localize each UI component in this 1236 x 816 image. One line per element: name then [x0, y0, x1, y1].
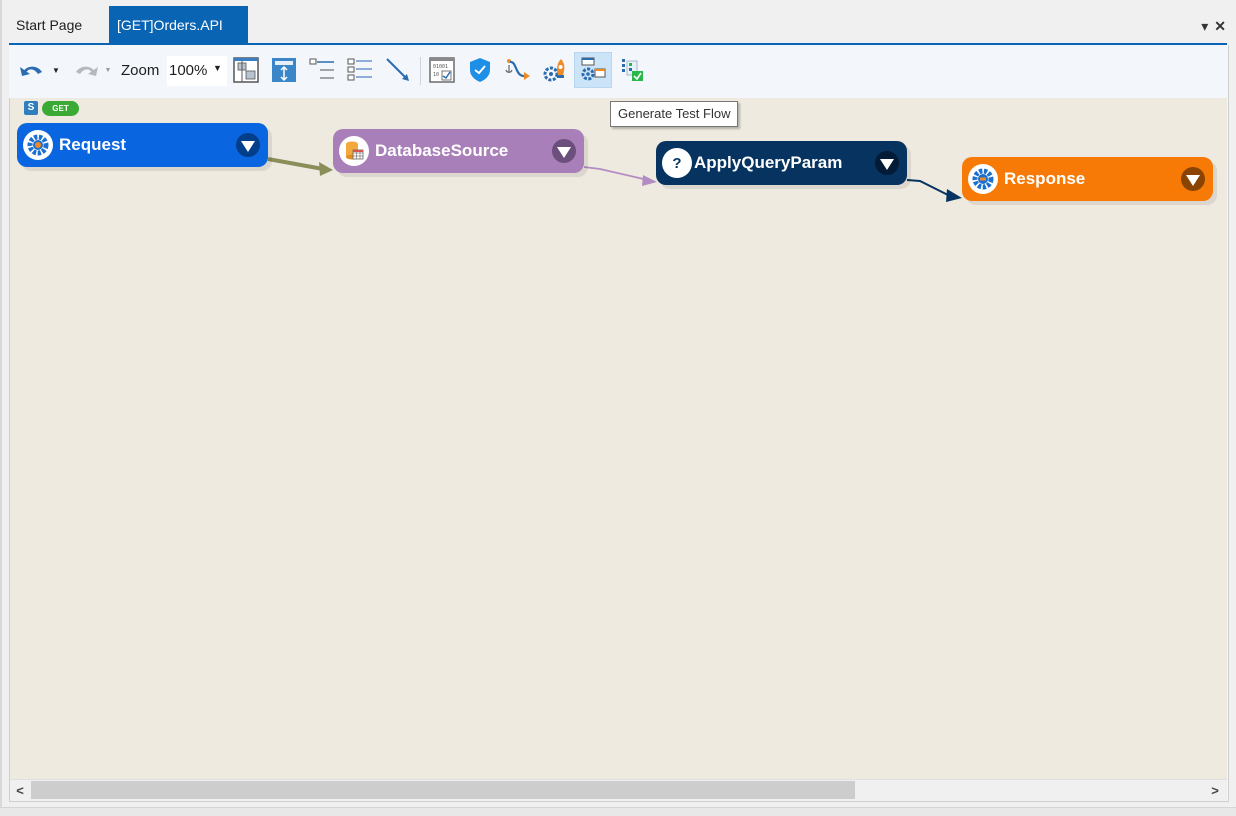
test-report-button[interactable]	[615, 53, 649, 87]
undo-dropdown[interactable]: ▼	[49, 53, 63, 87]
anchor-flow-icon	[505, 59, 530, 80]
node-databasesource[interactable]: DatabaseSource	[333, 129, 584, 173]
gear-icon	[968, 164, 998, 194]
gear-rocket-icon	[543, 59, 565, 82]
node-label: DatabaseSource	[375, 141, 509, 160]
security-button[interactable]	[463, 53, 497, 87]
svg-text:10: 10	[433, 72, 439, 78]
binary-check-icon: 01001 10	[429, 57, 455, 83]
tooltip: Generate Test Flow	[610, 101, 739, 127]
node-menu-chevron-icon[interactable]	[236, 133, 260, 157]
chevron-down-icon: ▼	[52, 65, 60, 75]
node-label: Request	[59, 135, 127, 154]
flow-canvas[interactable]: S GET Request DatabaseSource ? ApplyQuer…	[10, 98, 1227, 779]
gear-window-icon	[581, 57, 606, 81]
redo-dropdown[interactable]: ▼	[102, 53, 114, 87]
database-table-icon	[339, 136, 369, 166]
tab-orders-api[interactable]: [GET]Orders.API	[109, 6, 248, 44]
layout-horizontal-icon	[233, 57, 259, 83]
node-response[interactable]: Response	[962, 157, 1213, 201]
node-label: Response	[1004, 169, 1086, 188]
binary-data-button[interactable]: 01001 10	[425, 53, 459, 87]
generate-test-flow-button[interactable]	[574, 52, 612, 88]
node-menu-chevron-icon[interactable]	[552, 139, 576, 163]
node-label: ApplyQueryParam	[694, 153, 843, 172]
toolbar-separator	[420, 57, 421, 85]
svg-text:01001: 01001	[433, 64, 448, 70]
vertical-layout-button[interactable]	[267, 53, 301, 87]
edge-database-to-applyqueryparam	[583, 166, 657, 186]
connector-line-icon	[386, 58, 409, 81]
toolbar: ▼ ▼ Zoom 100% ▼ 01001 10	[9, 45, 1227, 98]
edge-request-to-database	[267, 157, 333, 176]
tab-actions: ▾ ✕	[1201, 18, 1226, 35]
edge-applyqueryparam-to-response	[906, 179, 962, 202]
expand-list-icon	[347, 58, 372, 81]
zoom-dropdown-icon[interactable]: ▼	[213, 63, 222, 73]
redo-button[interactable]	[71, 53, 101, 87]
node-menu-chevron-icon[interactable]	[1181, 167, 1205, 191]
connector-button[interactable]	[381, 53, 415, 87]
scroll-left-icon[interactable]: <	[10, 780, 30, 801]
window-edge	[0, 0, 2, 815]
gear-icon	[23, 130, 53, 160]
tab-start-page[interactable]: Start Page	[8, 6, 90, 44]
scrollbar-thumb[interactable]	[31, 781, 855, 799]
node-applyqueryparam[interactable]: ? ApplyQueryParam	[656, 141, 907, 185]
node-request[interactable]: Request	[17, 123, 268, 167]
collapse-list-icon	[309, 58, 334, 79]
checklist-icon	[622, 59, 643, 81]
close-tab-icon[interactable]: ✕	[1214, 18, 1226, 35]
zoom-label: Zoom	[121, 62, 160, 79]
node-menu-chevron-icon[interactable]	[875, 151, 899, 175]
horizontal-scrollbar[interactable]: < >	[10, 779, 1227, 801]
tab-strip: Start Page [GET]Orders.API ▾ ✕	[8, 6, 1236, 44]
layout-vertical-icon	[272, 58, 296, 82]
scroll-right-icon[interactable]: >	[1205, 780, 1225, 801]
redo-icon	[76, 66, 98, 76]
trace-flow-button[interactable]	[501, 53, 535, 87]
collapse-all-button[interactable]	[305, 53, 339, 87]
chevron-down-icon: ▼	[104, 66, 112, 74]
question-icon: ?	[662, 148, 692, 178]
tab-list-dropdown-icon[interactable]: ▾	[1201, 18, 1208, 35]
undo-button[interactable]	[17, 53, 47, 87]
shield-check-icon	[470, 58, 490, 82]
undo-icon	[20, 66, 42, 76]
expand-all-button[interactable]	[343, 53, 377, 87]
deploy-button[interactable]	[539, 53, 573, 87]
horizontal-layout-button[interactable]	[229, 53, 263, 87]
